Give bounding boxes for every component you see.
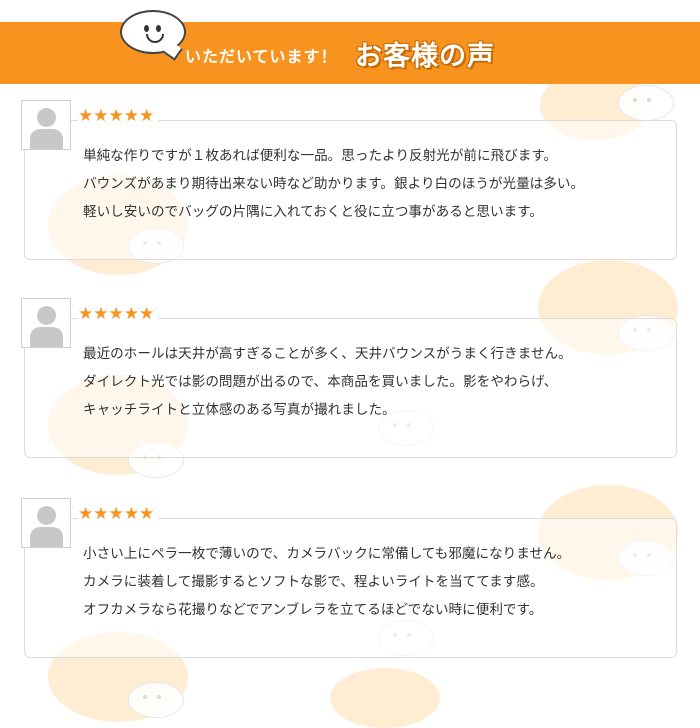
review-line: 単純な作りですが１枚あれば便利な一品。思ったより反射光が前に飛びます。 — [83, 148, 558, 164]
review-line: バウンズがあまり期待出来ない時など助かります。銀より白のほうが光量は多い。 — [83, 176, 585, 192]
review-text: 単純な作りですが１枚あれば便利な一品。思ったより反射光が前に飛びます。 バウンズ… — [83, 142, 584, 226]
review-item: ★★★★★ 小さい上にペラ一枚で薄いので、カメラバックに常備しても邪魔になりませ… — [0, 498, 700, 668]
review-item: ★★★★★ 最近のホールは天井が高すぎることが多く、天井バウンスがうまく行きませ… — [0, 298, 700, 468]
avatar — [21, 100, 71, 150]
page-title: お客様の声 — [355, 41, 495, 72]
star-rating: ★★★★★ — [78, 106, 159, 126]
review-line: キャッチライトと立体感のある写真が撮れました。 — [83, 402, 396, 418]
review-line: 最近のホールは天井が高すぎることが多く、天井バウンスがうまく行きません。 — [83, 346, 572, 362]
review-text: 最近のホールは天井が高すぎることが多く、天井バウンスがうまく行きません。 ダイレ… — [83, 340, 572, 424]
review-line: カメラに装着して撮影するとソフトな影で、程よいライトを当ててます感。 — [83, 574, 544, 590]
avatar — [21, 498, 71, 548]
user-icon — [37, 108, 56, 127]
review-line: ダイレクト光では影の問題が出るので、本商品を買いました。影をやわらげ、 — [83, 374, 558, 390]
mascot-icon — [120, 10, 186, 61]
star-rating: ★★★★★ — [78, 504, 159, 524]
review-text: 小さい上にペラ一枚で薄いので、カメラバックに常備しても邪魔になりません。 カメラ… — [83, 540, 570, 624]
user-icon — [37, 306, 56, 325]
user-icon — [37, 506, 56, 525]
review-line: 小さい上にペラ一枚で薄いので、カメラバックに常備しても邪魔になりません。 — [83, 546, 571, 562]
review-line: 軽いし安いのでバッグの片隅に入れておくと役に立つ事があると思います。 — [83, 204, 544, 220]
avatar — [21, 298, 71, 348]
review-item: ★★★★★ 単純な作りですが１枚あれば便利な一品。思ったより反射光が前に飛びます… — [0, 100, 700, 270]
header-subtitle: いただいています！ — [185, 47, 338, 66]
review-line: オフカメラなら花撮りなどでアンブレラを立てるほどでない時に便利です。 — [83, 602, 543, 618]
background-cloud — [330, 668, 440, 728]
star-rating: ★★★★★ — [78, 304, 159, 324]
header-banner: いただいています！ お客様の声 — [0, 22, 700, 84]
speech-bubble-icon — [128, 682, 184, 718]
